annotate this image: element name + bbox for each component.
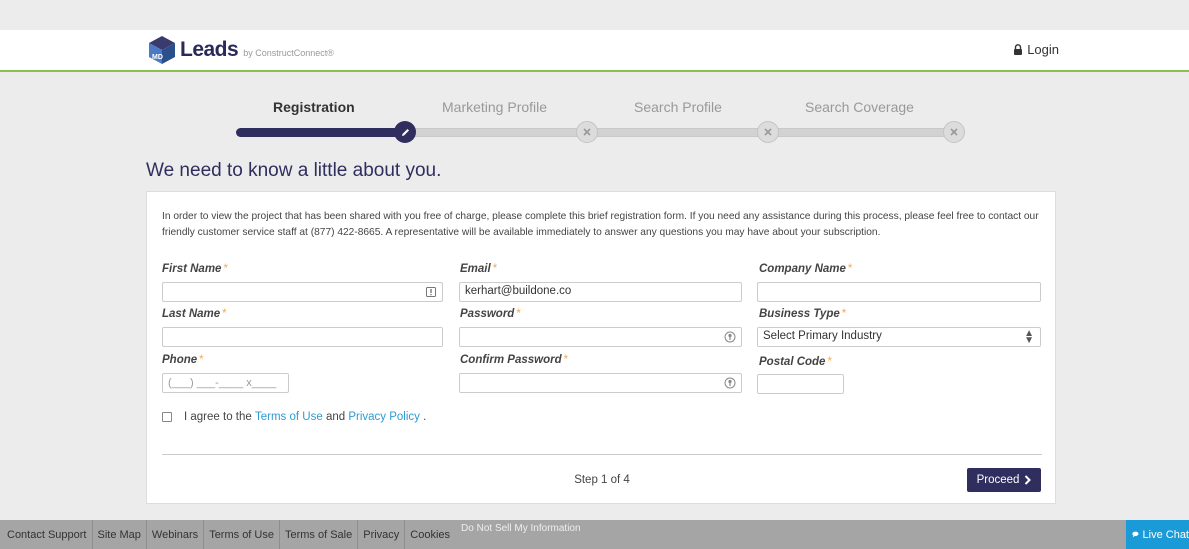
agree-checkbox[interactable] bbox=[162, 412, 172, 422]
last-name-field[interactable] bbox=[162, 327, 443, 347]
lock-icon bbox=[1014, 44, 1023, 55]
business-type-select[interactable]: Select Primary Industry ▲ ▼ bbox=[757, 327, 1041, 347]
confirm-password-label: Confirm Password * bbox=[460, 354, 569, 366]
form-divider bbox=[162, 454, 1042, 455]
phone-field[interactable]: (___) ___-____ x____ bbox=[162, 373, 289, 393]
terms-agreement: I agree to the Terms of Use and Privacy … bbox=[162, 411, 426, 423]
progress-track-remaining bbox=[406, 128, 950, 137]
first-name-field[interactable] bbox=[162, 282, 443, 302]
footer-link-do-not-sell[interactable]: Do Not Sell My Information bbox=[455, 520, 581, 534]
step-registration-label: Registration bbox=[273, 99, 355, 115]
required-mark: * bbox=[847, 263, 853, 275]
email-field[interactable]: kerhart@buildone.co bbox=[459, 282, 742, 302]
pencil-icon bbox=[401, 128, 409, 136]
email-value: kerhart@buildone.co bbox=[465, 285, 572, 297]
cube-logo-icon: MD bbox=[149, 36, 175, 64]
required-mark: * bbox=[563, 354, 569, 366]
logo-byline: by ConstructConnect® bbox=[243, 48, 334, 58]
required-mark: * bbox=[516, 308, 521, 320]
select-arrows-icon: ▲ ▼ bbox=[1024, 328, 1034, 346]
password-key-icon bbox=[724, 331, 736, 343]
footer-link-webinars[interactable]: Webinars bbox=[147, 520, 205, 549]
terms-of-use-link[interactable]: Terms of Use bbox=[255, 411, 323, 423]
confirm-password-field[interactable] bbox=[459, 373, 742, 393]
company-name-label: Company Name * bbox=[759, 263, 853, 275]
footer-link-contact-support[interactable]: Contact Support bbox=[0, 520, 93, 549]
close-icon bbox=[950, 128, 958, 136]
close-icon bbox=[764, 128, 772, 136]
step-marketing-profile-node bbox=[576, 121, 598, 143]
step-registration-node bbox=[394, 121, 416, 143]
required-mark: * bbox=[827, 356, 832, 368]
site-header: MD Leads by ConstructConnect® Login bbox=[0, 30, 1189, 72]
agree-prefix-text: I agree to the bbox=[184, 411, 252, 423]
id-card-icon bbox=[426, 287, 436, 297]
live-chat-button[interactable]: Live Chat bbox=[1126, 520, 1189, 549]
step-search-profile-node bbox=[757, 121, 779, 143]
last-name-label: Last Name * bbox=[162, 308, 227, 320]
agree-and-text: and bbox=[325, 411, 346, 423]
close-icon bbox=[583, 128, 591, 136]
logo[interactable]: MD Leads by ConstructConnect® bbox=[146, 32, 334, 68]
postal-code-field[interactable] bbox=[757, 374, 844, 394]
logo-wordmark: Leads bbox=[180, 38, 239, 61]
login-link[interactable]: Login bbox=[1013, 42, 1059, 57]
password-key-icon bbox=[724, 377, 736, 389]
postal-code-label: Postal Code * bbox=[759, 356, 832, 368]
step-search-profile-label: Search Profile bbox=[634, 99, 722, 115]
password-field[interactable] bbox=[459, 327, 742, 347]
required-mark: * bbox=[222, 308, 227, 320]
registration-progress: Registration Marketing Profile Search Pr… bbox=[0, 72, 1189, 152]
footer-link-privacy[interactable]: Privacy bbox=[358, 520, 406, 549]
password-label: Password * bbox=[460, 308, 521, 320]
business-type-selected: Select Primary Industry bbox=[763, 330, 882, 342]
footer-link-cookies[interactable]: Cookies bbox=[405, 520, 455, 549]
required-mark: * bbox=[199, 354, 204, 366]
company-name-field[interactable] bbox=[757, 282, 1041, 302]
required-mark: * bbox=[841, 308, 847, 320]
chevron-right-icon bbox=[1025, 475, 1032, 485]
step-search-coverage-label: Search Coverage bbox=[805, 99, 914, 115]
first-name-label: First Name * bbox=[162, 263, 228, 275]
site-footer: Contact Support Site Map Webinars Terms … bbox=[0, 520, 1189, 549]
step-search-coverage-node bbox=[943, 121, 965, 143]
email-label: Email * bbox=[460, 263, 498, 275]
progress-track-complete bbox=[236, 128, 406, 137]
proceed-label: Proceed bbox=[976, 474, 1020, 486]
browser-top-strip bbox=[0, 0, 1189, 30]
required-mark: * bbox=[223, 263, 228, 275]
step-marketing-profile-label: Marketing Profile bbox=[442, 99, 548, 115]
step-indicator: Step 1 of 4 bbox=[574, 474, 630, 486]
required-mark: * bbox=[492, 263, 498, 275]
privacy-policy-link[interactable]: Privacy Policy bbox=[348, 411, 420, 423]
intro-text: In order to view the project that has be… bbox=[162, 211, 1039, 238]
phone-label: Phone * bbox=[162, 354, 204, 366]
login-label: Login bbox=[1027, 42, 1059, 57]
svg-text:MD: MD bbox=[152, 54, 163, 61]
footer-link-site-map[interactable]: Site Map bbox=[93, 520, 147, 549]
business-type-label: Business Type * bbox=[759, 308, 847, 320]
agree-suffix-text: . bbox=[423, 411, 427, 423]
chat-bubble-icon bbox=[1132, 531, 1139, 538]
live-chat-label: Live Chat bbox=[1142, 528, 1189, 541]
registration-form-card: In order to view the project that has be… bbox=[146, 191, 1056, 504]
footer-link-terms-of-use[interactable]: Terms of Use bbox=[204, 520, 280, 549]
page-heading: We need to know a little about you. bbox=[146, 160, 442, 181]
footer-link-terms-of-sale[interactable]: Terms of Sale bbox=[280, 520, 359, 549]
proceed-button[interactable]: Proceed bbox=[967, 468, 1041, 492]
